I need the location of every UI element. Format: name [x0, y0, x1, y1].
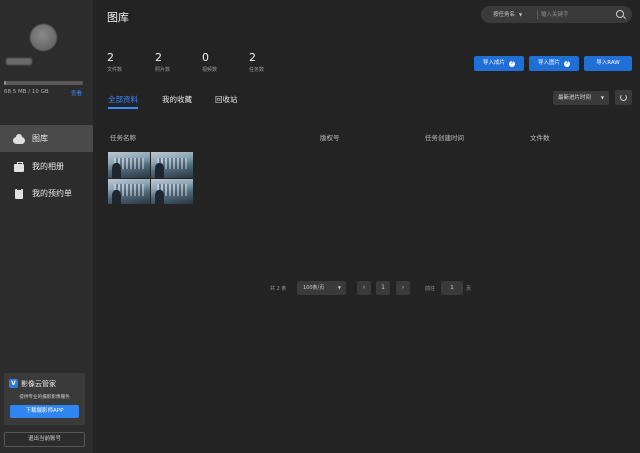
storage-view-link[interactable]: 查看 [71, 89, 82, 97]
refresh-icon [620, 94, 627, 101]
stat-value: 0 [202, 51, 209, 64]
tab-recycle-bin[interactable]: 回收站 [215, 94, 238, 105]
stat-label: 视频数 [202, 67, 218, 73]
storage-progress-fill [4, 81, 6, 85]
stat-label: 任务数 [249, 67, 265, 73]
prev-page-button[interactable]: ‹ [357, 281, 371, 295]
refresh-button[interactable] [615, 90, 632, 105]
promo-title: 影像云管家 [21, 380, 56, 388]
storage-progress-bar [4, 81, 83, 85]
page-number-button[interactable]: 1 [376, 281, 390, 295]
photo-thumbnail [151, 152, 193, 178]
stat-files: 2 文件数 [107, 51, 123, 74]
active-tab-indicator [108, 107, 138, 109]
search-bar: 按任务名 ▼ [481, 6, 632, 23]
button-label: 导入成片 [482, 60, 505, 66]
sidebar: 68.5 MB / 10 GB 查看 图库 我的相册 我的预约单 V 影像云管家… [0, 0, 93, 453]
app-logo-icon: V [9, 379, 18, 388]
stat-tasks: 2 任务数 [249, 51, 265, 74]
app-promo-card: V 影像云管家 提供专业的摄影影像服务 下载摄影师APP [4, 373, 85, 425]
cloud-icon [13, 133, 25, 144]
photo-thumbnail [108, 178, 150, 204]
page-size-select[interactable]: 100条/页 ▼ [297, 281, 346, 295]
stat-videos: 0 视频数 [202, 51, 218, 74]
search-icon[interactable] [616, 10, 624, 18]
download-app-button[interactable]: 下载摄影师APP [10, 405, 79, 418]
sidebar-item-gallery[interactable]: 图库 [0, 125, 93, 152]
username-blurred [6, 58, 32, 65]
sidebar-item-bookings[interactable]: 我的预约单 [0, 180, 93, 207]
task-thumbnail[interactable] [108, 152, 193, 204]
clipboard-icon [13, 187, 25, 199]
tab-all-files[interactable]: 全部资料 [108, 94, 138, 105]
caret-down-icon: ▼ [600, 95, 604, 100]
goto-unit-label: 页 [466, 286, 472, 292]
search-divider [537, 10, 538, 19]
help-icon[interactable]: ? [564, 61, 570, 67]
tab-favorites[interactable]: 我的收藏 [162, 94, 192, 105]
stat-value: 2 [249, 51, 256, 64]
sidebar-item-albums[interactable]: 我的相册 [0, 153, 93, 180]
sidebar-item-label: 我的相册 [32, 162, 64, 171]
next-page-button[interactable]: › [396, 281, 410, 295]
help-icon[interactable]: ? [509, 61, 515, 67]
photo-thumbnail [151, 178, 193, 204]
sort-selected-label: 最新进片时间 [558, 95, 592, 101]
search-type-label: 按任务名 [493, 12, 516, 18]
stat-value: 2 [155, 51, 162, 64]
pagination-total: 共 2 条 [270, 286, 287, 292]
column-header-task-name: 任务名称 [110, 134, 136, 142]
sidebar-item-label: 我的预约单 [32, 189, 72, 198]
logout-button[interactable]: 退出当前账号 [4, 432, 85, 447]
button-label: 导入图片 [537, 60, 560, 66]
caret-down-icon: ▼ [519, 12, 523, 17]
page-size-label: 100条/页 [303, 285, 325, 291]
search-type-select[interactable]: 按任务名 ▼ [493, 6, 522, 23]
column-header-file-count: 文件数 [530, 134, 550, 142]
goto-label: 前往 [425, 286, 436, 292]
import-raw-button[interactable]: 导入RAW [584, 56, 632, 71]
stat-value: 2 [107, 51, 114, 64]
caret-down-icon: ▼ [337, 285, 341, 290]
column-header-created-time: 任务创建时间 [425, 134, 464, 142]
promo-subtitle: 提供专业的摄影影像服务 [19, 395, 70, 400]
stat-photos: 2 照片数 [155, 51, 171, 74]
stat-label: 照片数 [155, 67, 171, 73]
stat-label: 文件数 [107, 67, 123, 73]
column-header-copyright: 版权号 [320, 134, 340, 142]
briefcase-icon [13, 161, 25, 172]
goto-page-input[interactable]: 1 [441, 281, 463, 295]
photo-thumbnail [108, 152, 150, 178]
import-album-button[interactable]: 导入成片? [474, 56, 524, 71]
avatar[interactable] [30, 24, 57, 51]
search-input[interactable] [541, 9, 613, 20]
storage-usage-text: 68.5 MB / 10 GB [4, 89, 49, 95]
import-photo-button[interactable]: 导入图片? [529, 56, 579, 71]
sort-select[interactable]: 最新进片时间 ▼ [553, 91, 609, 105]
sidebar-item-label: 图库 [32, 134, 48, 143]
page-title: 图库 [107, 11, 129, 24]
